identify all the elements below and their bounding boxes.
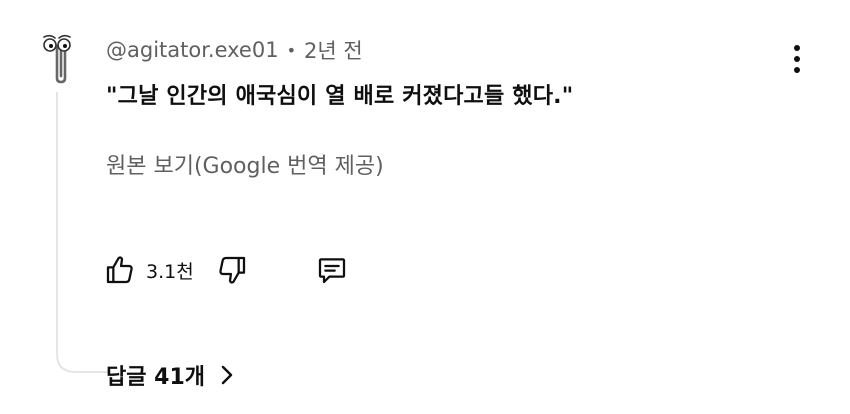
chevron-right-icon bbox=[219, 364, 235, 386]
menu-dot bbox=[794, 45, 800, 51]
thumbs-up-icon bbox=[106, 256, 133, 284]
avatar[interactable] bbox=[34, 32, 80, 84]
like-count: 3.1천 bbox=[146, 260, 194, 283]
timestamp[interactable]: 2년 전 bbox=[304, 35, 363, 65]
author-name[interactable]: @agitator.exe01 bbox=[106, 38, 279, 62]
thread-line bbox=[56, 92, 110, 373]
comment-text: "그날 인간의 애국심이 열 배로 커졌다고들 했다." bbox=[106, 84, 574, 109]
menu-dot bbox=[794, 56, 800, 62]
more-vertical-icon[interactable] bbox=[782, 38, 812, 80]
reply-button[interactable] bbox=[312, 250, 352, 290]
replies-label: 답글 41개 bbox=[106, 365, 205, 390]
comment-header: @agitator.exe01 • 2년 전 bbox=[106, 36, 363, 64]
replies-toggle[interactable]: 답글 41개 bbox=[106, 358, 235, 392]
view-original-link[interactable]: 원본 보기(Google 번역 제공) bbox=[106, 148, 384, 180]
action-bar: 3.1천 bbox=[100, 250, 352, 290]
dislike-button[interactable] bbox=[212, 250, 252, 290]
thumbs-down-icon bbox=[219, 256, 245, 284]
comment-thread: @agitator.exe01 • 2년 전 "그날 인간의 애국심이 열 배로… bbox=[0, 0, 850, 414]
separator-dot: • bbox=[286, 40, 297, 60]
like-button[interactable] bbox=[100, 250, 140, 290]
clippy-paperclip-icon bbox=[43, 34, 71, 84]
menu-dot bbox=[794, 67, 800, 73]
comment-icon bbox=[318, 258, 345, 284]
